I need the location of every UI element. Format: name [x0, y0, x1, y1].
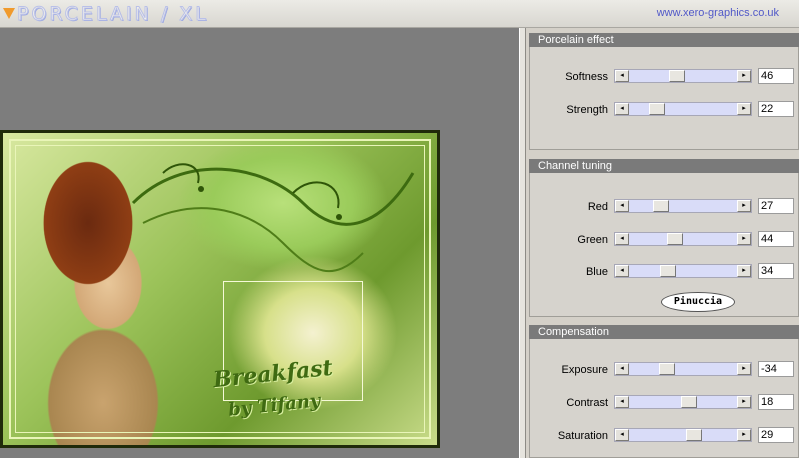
group-title: Compensation [529, 325, 799, 339]
saturation-value[interactable]: 29 [758, 427, 794, 443]
contrast-value[interactable]: 18 [758, 394, 794, 410]
slider-thumb[interactable] [659, 363, 675, 375]
slider-right-arrow-icon[interactable]: ▸ [737, 70, 751, 82]
website-link[interactable]: www.xero-graphics.co.uk [657, 7, 779, 19]
slider-left-arrow-icon[interactable]: ◂ [615, 233, 629, 245]
contrast-slider[interactable]: ◂ ▸ [614, 395, 752, 409]
slider-left-arrow-icon[interactable]: ◂ [615, 70, 629, 82]
blue-row: Blue ◂ ▸ 34 [530, 263, 799, 282]
exposure-label: Exposure [561, 364, 608, 376]
saturation-row: Saturation ◂ ▸ 29 [530, 427, 799, 446]
slider-left-arrow-icon[interactable]: ◂ [615, 396, 629, 408]
saturation-slider[interactable]: ◂ ▸ [614, 428, 752, 442]
slider-thumb[interactable] [681, 396, 697, 408]
strength-label: Strength [566, 104, 608, 116]
slider-left-arrow-icon[interactable]: ◂ [615, 429, 629, 441]
green-label: Green [577, 234, 608, 246]
red-row: Red ◂ ▸ 27 [530, 198, 799, 217]
group-title: Porcelain effect [529, 33, 799, 47]
slider-right-arrow-icon[interactable]: ▸ [737, 429, 751, 441]
slider-thumb[interactable] [686, 429, 702, 441]
saturation-label: Saturation [557, 430, 608, 442]
slider-thumb[interactable] [669, 70, 685, 82]
softness-value[interactable]: 46 [758, 68, 794, 84]
preview-image: Breakfast by Tifany [0, 130, 440, 448]
green-value[interactable]: 44 [758, 231, 794, 247]
red-slider[interactable]: ◂ ▸ [614, 199, 752, 213]
red-value[interactable]: 27 [758, 198, 794, 214]
title-bar: PORCELAIN / XL www.xero-graphics.co.uk [0, 0, 799, 28]
slider-thumb[interactable] [667, 233, 683, 245]
blue-label: Blue [585, 266, 608, 278]
softness-row: Softness ◂ ▸ 46 [530, 68, 799, 87]
app-logo: PORCELAIN / XL [3, 1, 209, 26]
preview-artwork: Breakfast by Tifany [3, 133, 437, 445]
slider-right-arrow-icon[interactable]: ▸ [737, 396, 751, 408]
slider-right-arrow-icon[interactable]: ▸ [737, 233, 751, 245]
softness-label: Softness [565, 71, 608, 83]
slider-right-arrow-icon[interactable]: ▸ [737, 363, 751, 375]
green-row: Green ◂ ▸ 44 [530, 231, 799, 250]
preview-area[interactable]: Breakfast by Tifany [0, 28, 519, 458]
strength-slider[interactable]: ◂ ▸ [614, 102, 752, 116]
compensation-group: Compensation Exposure ◂ ▸ -34 Contrast ◂… [529, 325, 799, 458]
slider-right-arrow-icon[interactable]: ▸ [737, 103, 751, 115]
contrast-row: Contrast ◂ ▸ 18 [530, 394, 799, 413]
logo-triangle-icon [3, 8, 15, 19]
porcelain-effect-group: Porcelain effect Softness ◂ ▸ 46 Strengt… [529, 33, 799, 150]
blue-value[interactable]: 34 [758, 263, 794, 279]
exposure-row: Exposure ◂ ▸ -34 [530, 361, 799, 380]
settings-panel: Porcelain effect Softness ◂ ▸ 46 Strengt… [527, 28, 799, 458]
group-title: Channel tuning [529, 159, 799, 173]
strength-row: Strength ◂ ▸ 22 [530, 101, 799, 120]
slider-thumb[interactable] [653, 200, 669, 212]
slider-thumb[interactable] [660, 265, 676, 277]
contrast-label: Contrast [566, 397, 608, 409]
red-label: Red [587, 201, 608, 213]
green-slider[interactable]: ◂ ▸ [614, 232, 752, 246]
strength-value[interactable]: 22 [758, 101, 794, 117]
channel-tuning-group: Channel tuning Red ◂ ▸ 27 Green ◂ ▸ 44 B… [529, 159, 799, 317]
slider-left-arrow-icon[interactable]: ◂ [615, 103, 629, 115]
slider-left-arrow-icon[interactable]: ◂ [615, 363, 629, 375]
pinuccia-badge: Pinuccia [662, 293, 734, 311]
softness-slider[interactable]: ◂ ▸ [614, 69, 752, 83]
app-title: PORCELAIN / XL [17, 2, 209, 25]
slider-left-arrow-icon[interactable]: ◂ [615, 200, 629, 212]
slider-right-arrow-icon[interactable]: ▸ [737, 265, 751, 277]
slider-left-arrow-icon[interactable]: ◂ [615, 265, 629, 277]
blue-slider[interactable]: ◂ ▸ [614, 264, 752, 278]
exposure-value[interactable]: -34 [758, 361, 794, 377]
panel-splitter[interactable] [519, 28, 526, 458]
slider-thumb[interactable] [649, 103, 665, 115]
exposure-slider[interactable]: ◂ ▸ [614, 362, 752, 376]
slider-right-arrow-icon[interactable]: ▸ [737, 200, 751, 212]
